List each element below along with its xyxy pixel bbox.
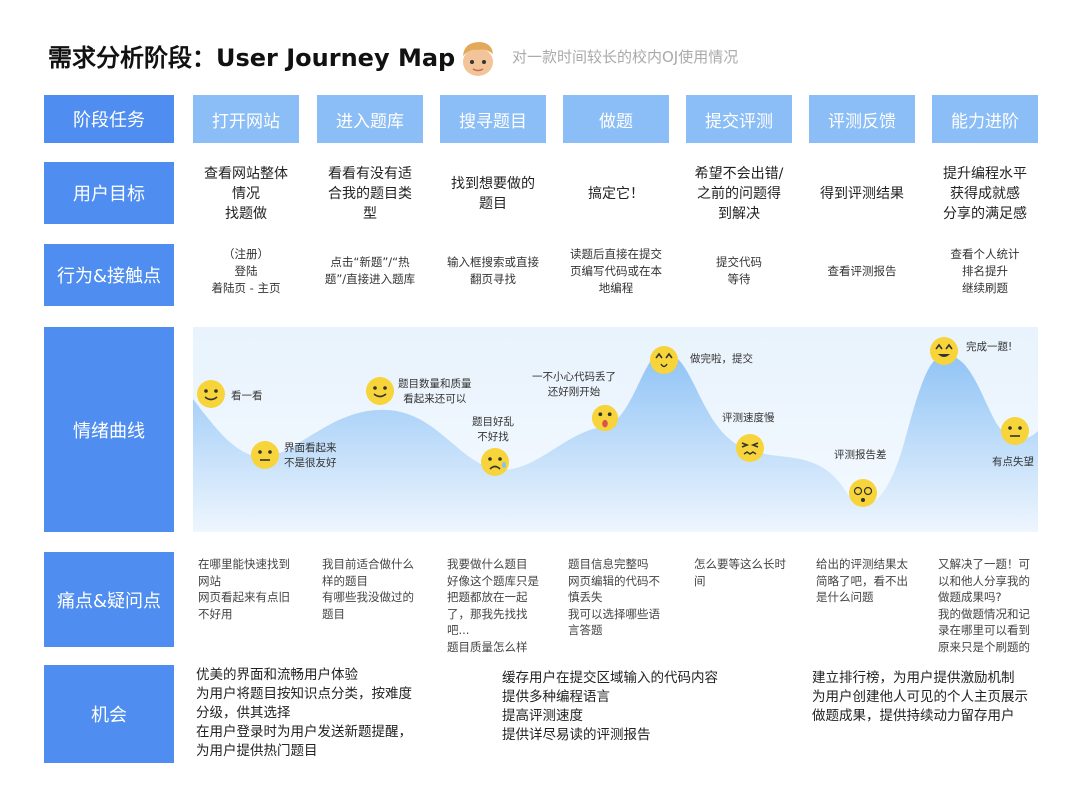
emotion-note: 有点失望 — [992, 456, 1034, 468]
stage-row-label: 阶段任务 — [44, 95, 174, 143]
happy-emoji-icon — [930, 337, 958, 365]
neutral-emoji-icon — [251, 441, 279, 469]
page-subtitle: 对一款时间较长的校内OJ使用情况 — [512, 48, 739, 66]
avatar — [463, 42, 493, 76]
touchpoint-text: 查看评测报告 — [827, 263, 897, 278]
emotion-note: 评测速度慢 — [722, 412, 775, 424]
pain-text: 怎么要等这么长时 间 — [694, 557, 786, 588]
goal-row-label: 用户目标 — [44, 162, 174, 224]
emotion-note: 界面看起来 不是很友好 — [284, 442, 337, 469]
emotion-note: 一不小心代码丢了 还好刚开始 — [532, 371, 616, 398]
emotion-note: 看一看 — [231, 390, 263, 402]
opportunity-row-label: 机会 — [44, 665, 174, 763]
touchpoint-row-label: 行为&接触点 — [44, 244, 174, 306]
pain-text: 又解决了一题！可 以和他人分享我的 做题成果吗? 我的做题情况和记 录在哪里可以… — [938, 557, 1030, 654]
pain-text: 题目信息完整吗 网页编辑的代码不 慎丢失 我可以选择哪些语 言答题 — [568, 557, 660, 637]
touchpoint-text: 点击“新题”/“热 题”/直接进入题库 — [324, 255, 416, 286]
opportunity-text: 优美的界面和流畅用户体验 为用户将题目按知识点分类，按难度 分级，供其选择 在用… — [196, 667, 412, 759]
goal-text: 希望不会出错/ 之前的问题得 到解决 — [694, 166, 784, 222]
emotion-row-label: 情绪曲线 — [44, 327, 174, 532]
emotion-note: 做完啦，提交 — [690, 353, 753, 365]
goal-text: 得到评测结果 — [820, 186, 904, 202]
annoyed-emoji-icon — [736, 434, 764, 462]
shocked-emoji-icon — [591, 404, 619, 432]
stage-submit: 提交评测 — [686, 95, 792, 143]
stage-search: 搜寻题目 — [440, 95, 546, 143]
stage-enter-bank: 进入题库 — [317, 95, 423, 143]
touchpoint-text: 提交代码 等待 — [716, 255, 762, 286]
touchpoint-text: 查看个人统计 排名提升 继续刷题 — [950, 246, 1020, 295]
pain-text: 我目前适合做什么 样的题目 有哪些我没做过的 题目 — [322, 557, 414, 621]
smile-emoji-icon — [197, 380, 225, 408]
emotion-note: 评测报告差 — [834, 449, 887, 461]
stage-solve: 做题 — [563, 95, 669, 143]
stage-advance: 能力进阶 — [932, 95, 1038, 143]
pain-row-label: 痛点&疑问点 — [44, 552, 174, 647]
emotion-note: 题目数量和质量 看起来还可以 — [398, 378, 472, 405]
emotion-note: 题目好乱 不好找 — [472, 416, 514, 443]
opportunity-text: 缓存用户在提交区域输入的代码内容 提供多种编程语言 提高评测速度 提供详尽易读的… — [502, 670, 718, 743]
neutral-emoji-icon — [1001, 417, 1029, 445]
goal-text: 提升编程水平 获得成就感 分享的满足感 — [943, 166, 1027, 222]
stage-open-site: 打开网站 — [193, 95, 299, 143]
smile-emoji-icon — [366, 377, 394, 405]
pain-text: 给出的评测结果太 简略了吧，看不出 是什么问题 — [816, 557, 908, 604]
dizzy-emoji-icon — [849, 479, 877, 507]
touchpoint-text: （注册） 登陆 着陆页 - 主页 — [211, 246, 281, 295]
goal-text: 搞定它！ — [588, 186, 644, 202]
goal-text: 找到想要做的 题目 — [451, 176, 535, 212]
touchpoint-text: 读题后直接在提交 页编写代码或在本 地编程 — [570, 246, 662, 295]
happy-emoji-icon — [650, 346, 678, 374]
emotion-note: 完成一题! — [966, 341, 1013, 353]
goal-text: 看看有没有适 合我的题目类 型 — [328, 166, 412, 222]
sad-emoji-icon — [481, 448, 509, 476]
goal-text: 查看网站整体 情况 找题做 — [204, 166, 288, 222]
pain-text: 我要做什么题目 好像这个题库只是 把题都放在一起 了，那我先找找 吧... 题目… — [447, 557, 539, 654]
page-title: 需求分析阶段：User Journey Map — [48, 44, 456, 72]
stage-feedback: 评测反馈 — [809, 95, 915, 143]
pain-text: 在哪里能快速找到 网站 网页看起来有点旧 不好用 — [198, 557, 290, 621]
touchpoint-text: 输入框搜索或直接 翻页寻找 — [447, 255, 539, 286]
opportunity-text: 建立排行榜，为用户提供激励机制 为用户创建他人可见的个人主页展示 做题成果，提供… — [812, 670, 1028, 724]
